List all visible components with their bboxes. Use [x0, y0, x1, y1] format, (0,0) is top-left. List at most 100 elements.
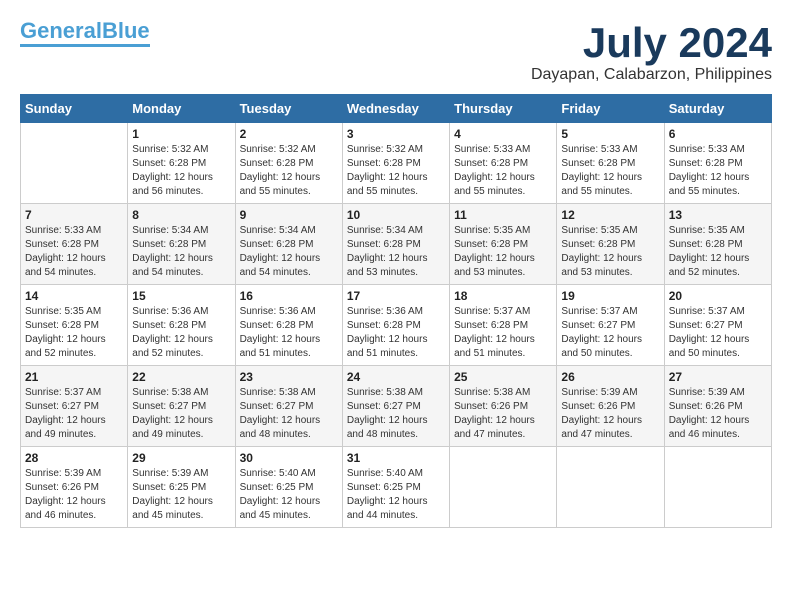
sunrise: Sunrise: 5:35 AM: [669, 225, 745, 236]
day-info: Sunrise: 5:34 AM Sunset: 6:28 PM Dayligh…: [240, 224, 338, 280]
daylight: Daylight: 12 hours and 54 minutes.: [25, 253, 106, 278]
day-info: Sunrise: 5:32 AM Sunset: 6:28 PM Dayligh…: [240, 143, 338, 199]
daylight: Daylight: 12 hours and 49 minutes.: [132, 415, 213, 440]
day-number: 31: [347, 451, 445, 465]
calendar-cell: 7 Sunrise: 5:33 AM Sunset: 6:28 PM Dayli…: [21, 204, 128, 285]
calendar-cell: 24 Sunrise: 5:38 AM Sunset: 6:27 PM Dayl…: [342, 366, 449, 447]
daylight: Daylight: 12 hours and 50 minutes.: [669, 334, 750, 359]
sunrise: Sunrise: 5:34 AM: [240, 225, 316, 236]
daylight: Daylight: 12 hours and 48 minutes.: [347, 415, 428, 440]
day-info: Sunrise: 5:35 AM Sunset: 6:28 PM Dayligh…: [454, 224, 552, 280]
calendar-cell: 28 Sunrise: 5:39 AM Sunset: 6:26 PM Dayl…: [21, 447, 128, 528]
calendar-cell: 27 Sunrise: 5:39 AM Sunset: 6:26 PM Dayl…: [664, 366, 771, 447]
col-sunday: Sunday: [21, 95, 128, 123]
day-info: Sunrise: 5:38 AM Sunset: 6:26 PM Dayligh…: [454, 386, 552, 442]
sunset: Sunset: 6:28 PM: [347, 239, 421, 250]
logo-line: [20, 44, 150, 47]
calendar-cell: 8 Sunrise: 5:34 AM Sunset: 6:28 PM Dayli…: [128, 204, 235, 285]
calendar-cell: 11 Sunrise: 5:35 AM Sunset: 6:28 PM Dayl…: [450, 204, 557, 285]
day-number: 21: [25, 370, 123, 384]
sunrise: Sunrise: 5:35 AM: [454, 225, 530, 236]
calendar-cell: 23 Sunrise: 5:38 AM Sunset: 6:27 PM Dayl…: [235, 366, 342, 447]
day-info: Sunrise: 5:39 AM Sunset: 6:26 PM Dayligh…: [561, 386, 659, 442]
sunset: Sunset: 6:28 PM: [240, 239, 314, 250]
sunrise: Sunrise: 5:34 AM: [132, 225, 208, 236]
sunrise: Sunrise: 5:39 AM: [132, 468, 208, 479]
sunset: Sunset: 6:28 PM: [240, 158, 314, 169]
day-info: Sunrise: 5:35 AM Sunset: 6:28 PM Dayligh…: [669, 224, 767, 280]
day-number: 17: [347, 289, 445, 303]
day-number: 6: [669, 127, 767, 141]
daylight: Daylight: 12 hours and 52 minutes.: [25, 334, 106, 359]
calendar-cell: 12 Sunrise: 5:35 AM Sunset: 6:28 PM Dayl…: [557, 204, 664, 285]
daylight: Daylight: 12 hours and 51 minutes.: [240, 334, 321, 359]
calendar-cell: 5 Sunrise: 5:33 AM Sunset: 6:28 PM Dayli…: [557, 123, 664, 204]
week-row-2: 7 Sunrise: 5:33 AM Sunset: 6:28 PM Dayli…: [21, 204, 772, 285]
sunrise: Sunrise: 5:38 AM: [454, 387, 530, 398]
location: Dayapan, Calabarzon, Philippines: [531, 66, 772, 84]
day-info: Sunrise: 5:37 AM Sunset: 6:27 PM Dayligh…: [669, 305, 767, 361]
day-number: 23: [240, 370, 338, 384]
day-number: 19: [561, 289, 659, 303]
calendar-cell: 9 Sunrise: 5:34 AM Sunset: 6:28 PM Dayli…: [235, 204, 342, 285]
day-info: Sunrise: 5:35 AM Sunset: 6:28 PM Dayligh…: [561, 224, 659, 280]
day-number: 8: [132, 208, 230, 222]
logo-text: GeneralBlue: [20, 20, 150, 42]
calendar-cell: 29 Sunrise: 5:39 AM Sunset: 6:25 PM Dayl…: [128, 447, 235, 528]
sunset: Sunset: 6:28 PM: [347, 158, 421, 169]
daylight: Daylight: 12 hours and 55 minutes.: [347, 172, 428, 197]
day-info: Sunrise: 5:40 AM Sunset: 6:25 PM Dayligh…: [240, 467, 338, 523]
day-info: Sunrise: 5:33 AM Sunset: 6:28 PM Dayligh…: [561, 143, 659, 199]
sunset: Sunset: 6:27 PM: [132, 401, 206, 412]
col-thursday: Thursday: [450, 95, 557, 123]
day-number: 14: [25, 289, 123, 303]
calendar-cell: 6 Sunrise: 5:33 AM Sunset: 6:28 PM Dayli…: [664, 123, 771, 204]
sunset: Sunset: 6:28 PM: [25, 239, 99, 250]
sunset: Sunset: 6:28 PM: [669, 239, 743, 250]
day-info: Sunrise: 5:36 AM Sunset: 6:28 PM Dayligh…: [132, 305, 230, 361]
sunrise: Sunrise: 5:38 AM: [132, 387, 208, 398]
day-number: 18: [454, 289, 552, 303]
day-number: 28: [25, 451, 123, 465]
daylight: Daylight: 12 hours and 47 minutes.: [561, 415, 642, 440]
sunrise: Sunrise: 5:37 AM: [561, 306, 637, 317]
day-info: Sunrise: 5:33 AM Sunset: 6:28 PM Dayligh…: [669, 143, 767, 199]
calendar-cell: 31 Sunrise: 5:40 AM Sunset: 6:25 PM Dayl…: [342, 447, 449, 528]
daylight: Daylight: 12 hours and 47 minutes.: [454, 415, 535, 440]
daylight: Daylight: 12 hours and 46 minutes.: [669, 415, 750, 440]
week-row-5: 28 Sunrise: 5:39 AM Sunset: 6:26 PM Dayl…: [21, 447, 772, 528]
calendar-cell: 21 Sunrise: 5:37 AM Sunset: 6:27 PM Dayl…: [21, 366, 128, 447]
daylight: Daylight: 12 hours and 52 minutes.: [132, 334, 213, 359]
sunset: Sunset: 6:28 PM: [132, 320, 206, 331]
day-info: Sunrise: 5:37 AM Sunset: 6:27 PM Dayligh…: [25, 386, 123, 442]
calendar-cell: [450, 447, 557, 528]
sunset: Sunset: 6:25 PM: [347, 482, 421, 493]
daylight: Daylight: 12 hours and 46 minutes.: [25, 496, 106, 521]
calendar-cell: 1 Sunrise: 5:32 AM Sunset: 6:28 PM Dayli…: [128, 123, 235, 204]
day-info: Sunrise: 5:40 AM Sunset: 6:25 PM Dayligh…: [347, 467, 445, 523]
sunset: Sunset: 6:27 PM: [347, 401, 421, 412]
sunrise: Sunrise: 5:38 AM: [240, 387, 316, 398]
col-wednesday: Wednesday: [342, 95, 449, 123]
day-number: 29: [132, 451, 230, 465]
day-number: 27: [669, 370, 767, 384]
sunrise: Sunrise: 5:39 AM: [561, 387, 637, 398]
logo-general: General: [20, 18, 102, 43]
sunrise: Sunrise: 5:39 AM: [669, 387, 745, 398]
col-saturday: Saturday: [664, 95, 771, 123]
calendar-cell: 15 Sunrise: 5:36 AM Sunset: 6:28 PM Dayl…: [128, 285, 235, 366]
daylight: Daylight: 12 hours and 56 minutes.: [132, 172, 213, 197]
calendar-cell: 22 Sunrise: 5:38 AM Sunset: 6:27 PM Dayl…: [128, 366, 235, 447]
calendar-table: Sunday Monday Tuesday Wednesday Thursday…: [20, 94, 772, 528]
daylight: Daylight: 12 hours and 53 minutes.: [454, 253, 535, 278]
sunrise: Sunrise: 5:37 AM: [669, 306, 745, 317]
col-tuesday: Tuesday: [235, 95, 342, 123]
day-number: 7: [25, 208, 123, 222]
page-header: GeneralBlue July 2024 Dayapan, Calabarzo…: [20, 20, 772, 84]
calendar-cell: 26 Sunrise: 5:39 AM Sunset: 6:26 PM Dayl…: [557, 366, 664, 447]
daylight: Daylight: 12 hours and 52 minutes.: [669, 253, 750, 278]
calendar-cell: 10 Sunrise: 5:34 AM Sunset: 6:28 PM Dayl…: [342, 204, 449, 285]
daylight: Daylight: 12 hours and 44 minutes.: [347, 496, 428, 521]
week-row-4: 21 Sunrise: 5:37 AM Sunset: 6:27 PM Dayl…: [21, 366, 772, 447]
day-number: 13: [669, 208, 767, 222]
